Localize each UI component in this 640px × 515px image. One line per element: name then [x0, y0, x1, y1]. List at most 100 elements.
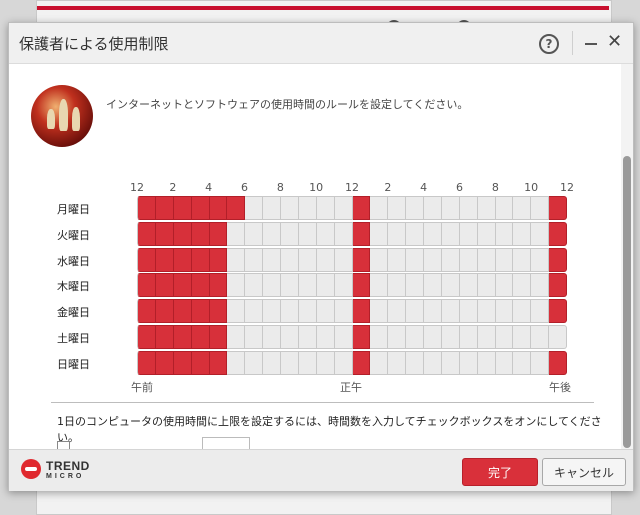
hour-cell[interactable]	[441, 350, 460, 375]
hour-cell[interactable]	[209, 196, 228, 220]
hour-cell[interactable]	[263, 196, 281, 220]
hour-cell[interactable]	[513, 196, 532, 220]
hour-cell[interactable]	[513, 247, 532, 272]
hour-cell[interactable]	[477, 273, 496, 298]
weekday-limit-input[interactable]	[202, 437, 250, 449]
hour-cell[interactable]	[477, 299, 496, 324]
hour-cell[interactable]	[173, 247, 192, 272]
hour-cell[interactable]	[316, 350, 335, 375]
hour-cell[interactable]	[477, 196, 496, 220]
hour-cell[interactable]	[459, 221, 478, 246]
hour-cell[interactable]	[495, 325, 514, 349]
hour-cell[interactable]	[173, 350, 192, 375]
hour-cell[interactable]	[406, 350, 424, 375]
hour-cell[interactable]	[334, 299, 353, 324]
hour-cell[interactable]	[173, 273, 192, 298]
hour-cell[interactable]	[263, 221, 281, 246]
hour-cell[interactable]	[137, 247, 156, 272]
hour-cell[interactable]	[513, 273, 532, 298]
hour-cell[interactable]	[406, 273, 424, 298]
hour-cell[interactable]	[173, 325, 192, 349]
hour-cell[interactable]	[424, 221, 442, 246]
hour-cell[interactable]	[370, 299, 389, 324]
scrollbar-thumb[interactable]	[623, 156, 631, 448]
hour-cell[interactable]	[281, 196, 299, 220]
hour-cell[interactable]	[370, 325, 389, 349]
hour-cell[interactable]	[137, 273, 156, 298]
hour-cell[interactable]	[370, 196, 389, 220]
hour-cell[interactable]	[388, 221, 407, 246]
hour-cell[interactable]	[191, 221, 210, 246]
hour-cell[interactable]	[531, 325, 550, 349]
hour-cell[interactable]	[495, 273, 514, 298]
hour-cell[interactable]	[549, 196, 567, 220]
hour-cell[interactable]	[298, 350, 317, 375]
hour-cell[interactable]	[441, 299, 460, 324]
hour-cell[interactable]	[209, 325, 228, 349]
hour-cell[interactable]	[155, 221, 174, 246]
hour-cell[interactable]	[137, 325, 156, 349]
hour-cell[interactable]	[137, 350, 156, 375]
hour-cell[interactable]	[424, 325, 442, 349]
hour-cell[interactable]	[441, 196, 460, 220]
hour-cell[interactable]	[459, 325, 478, 349]
hour-cell[interactable]	[191, 325, 210, 349]
hour-cell[interactable]	[155, 325, 174, 349]
hour-cell[interactable]	[263, 325, 281, 349]
hour-cell[interactable]	[227, 221, 246, 246]
hour-cell[interactable]	[191, 273, 210, 298]
hour-cell[interactable]	[173, 221, 192, 246]
hour-cell[interactable]	[406, 299, 424, 324]
hour-cell[interactable]	[441, 325, 460, 349]
hour-cell[interactable]	[155, 247, 174, 272]
hour-cell[interactable]	[155, 273, 174, 298]
hour-cell[interactable]	[245, 350, 264, 375]
hour-cell[interactable]	[263, 299, 281, 324]
hour-cell[interactable]	[513, 221, 532, 246]
hour-cell[interactable]	[227, 196, 246, 220]
hour-cell[interactable]	[424, 350, 442, 375]
hour-cell[interactable]	[227, 299, 246, 324]
hour-cell[interactable]	[316, 247, 335, 272]
hour-cell[interactable]	[227, 273, 246, 298]
hour-cell[interactable]	[298, 221, 317, 246]
hour-cell[interactable]	[281, 221, 299, 246]
hour-cell[interactable]	[281, 325, 299, 349]
hour-cell[interactable]	[370, 247, 389, 272]
hour-cell[interactable]	[227, 325, 246, 349]
hour-cell[interactable]	[531, 221, 550, 246]
hour-cell[interactable]	[370, 273, 389, 298]
hour-cell[interactable]	[531, 196, 550, 220]
weekday-limit-checkbox[interactable]	[57, 441, 70, 449]
hour-cell[interactable]	[334, 247, 353, 272]
hour-cell[interactable]	[209, 221, 228, 246]
hour-cell[interactable]	[406, 196, 424, 220]
hour-cell[interactable]	[245, 299, 264, 324]
hour-cell[interactable]	[495, 299, 514, 324]
hour-cell[interactable]	[245, 325, 264, 349]
hour-cell[interactable]	[424, 247, 442, 272]
hour-cell[interactable]	[477, 350, 496, 375]
hour-cell[interactable]	[549, 350, 567, 375]
hour-cell[interactable]	[388, 273, 407, 298]
hour-cell[interactable]	[209, 350, 228, 375]
hour-cell[interactable]	[209, 299, 228, 324]
cancel-button[interactable]: キャンセル	[542, 458, 626, 486]
hour-cell[interactable]	[531, 299, 550, 324]
hour-cell[interactable]	[549, 299, 567, 324]
hour-cell[interactable]	[316, 273, 335, 298]
hour-cell[interactable]	[298, 273, 317, 298]
hour-cell[interactable]	[477, 247, 496, 272]
hour-cell[interactable]	[245, 221, 264, 246]
hour-cell[interactable]	[334, 273, 353, 298]
hour-cell[interactable]	[459, 196, 478, 220]
hour-cell[interactable]	[281, 350, 299, 375]
hour-cell[interactable]	[263, 350, 281, 375]
hour-cell[interactable]	[352, 221, 371, 246]
hour-cell[interactable]	[298, 196, 317, 220]
hour-cell[interactable]	[352, 247, 371, 272]
hour-cell[interactable]	[316, 325, 335, 349]
hour-cell[interactable]	[352, 299, 371, 324]
hour-cell[interactable]	[459, 299, 478, 324]
hour-cell[interactable]	[513, 325, 532, 349]
